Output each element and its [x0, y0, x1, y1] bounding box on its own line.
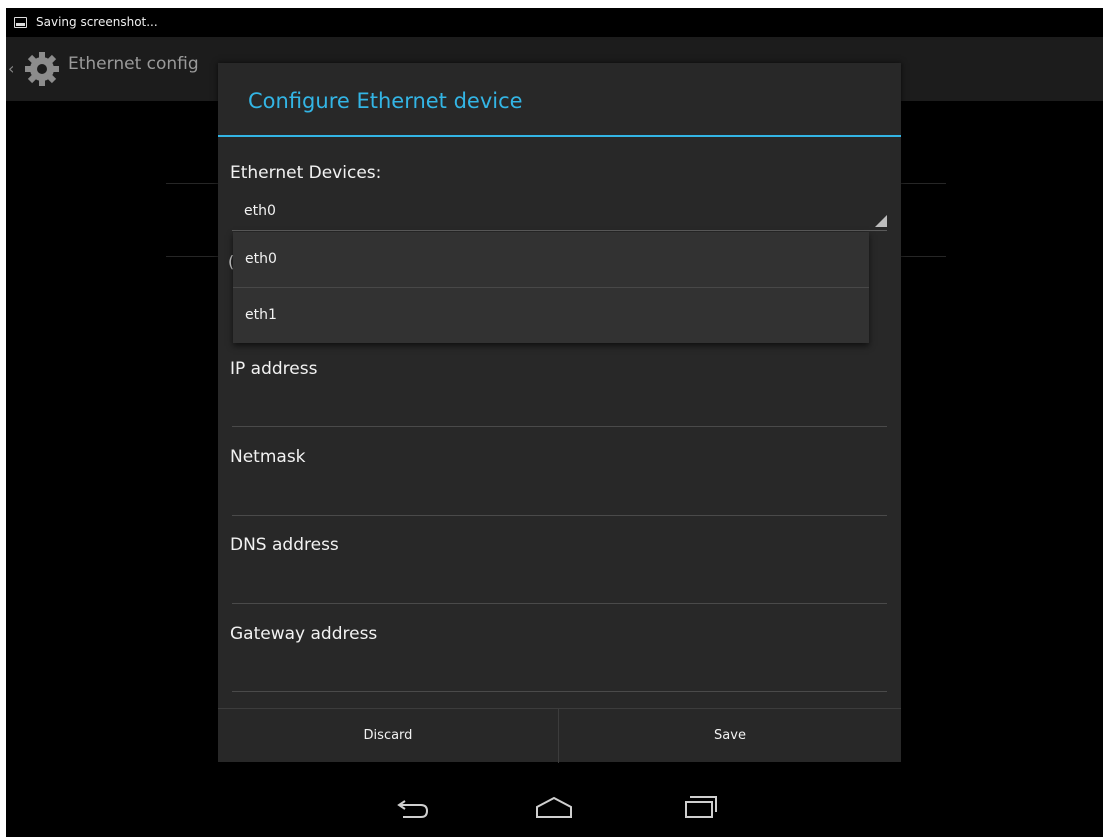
gear-icon[interactable] [22, 49, 62, 89]
configure-ethernet-dialog: Configure Ethernet device Ethernet Devic… [218, 63, 901, 763]
ip-address-field[interactable] [232, 426, 887, 427]
netmask-field[interactable] [232, 515, 887, 516]
image-icon [14, 17, 27, 28]
dropdown-option-eth1[interactable]: eth1 [233, 288, 869, 343]
dialog-title: Configure Ethernet device [248, 89, 523, 113]
dialog-button-bar: Discard Save [218, 708, 901, 763]
netmask-label: Netmask [230, 447, 306, 467]
spinner-underline [232, 230, 887, 231]
dropdown-option-label: eth0 [245, 251, 277, 267]
ethernet-device-spinner[interactable]: eth0 [232, 197, 887, 231]
recents-icon[interactable] [676, 787, 726, 827]
dropdown-option-eth0[interactable]: eth0 [233, 232, 869, 287]
gateway-address-label: Gateway address [230, 624, 378, 644]
navigation-bar [6, 769, 1103, 837]
dns-address-label: DNS address [230, 535, 339, 555]
back-icon[interactable] [389, 787, 439, 827]
title-divider [218, 135, 901, 137]
discard-button[interactable]: Discard [218, 709, 558, 763]
action-bar-title: Ethernet config [68, 54, 199, 74]
home-icon[interactable] [529, 787, 579, 827]
device-screen: Saving screenshot... ‹ Ethernet config C… [6, 8, 1103, 837]
device-dropdown-list: eth0 eth1 [233, 232, 869, 343]
save-button[interactable]: Save [559, 709, 901, 763]
ip-address-label: IP address [230, 359, 318, 379]
status-text: Saving screenshot... [36, 15, 158, 29]
ethernet-devices-label: Ethernet Devices: [230, 163, 382, 183]
gateway-address-field[interactable] [232, 691, 887, 692]
spinner-selected-value: eth0 [244, 203, 276, 219]
up-caret-icon[interactable]: ‹ [8, 59, 14, 78]
dropdown-triangle-icon [875, 215, 887, 227]
dns-address-field[interactable] [232, 603, 887, 604]
dropdown-option-label: eth1 [245, 307, 277, 323]
status-bar: Saving screenshot... [6, 8, 1103, 37]
